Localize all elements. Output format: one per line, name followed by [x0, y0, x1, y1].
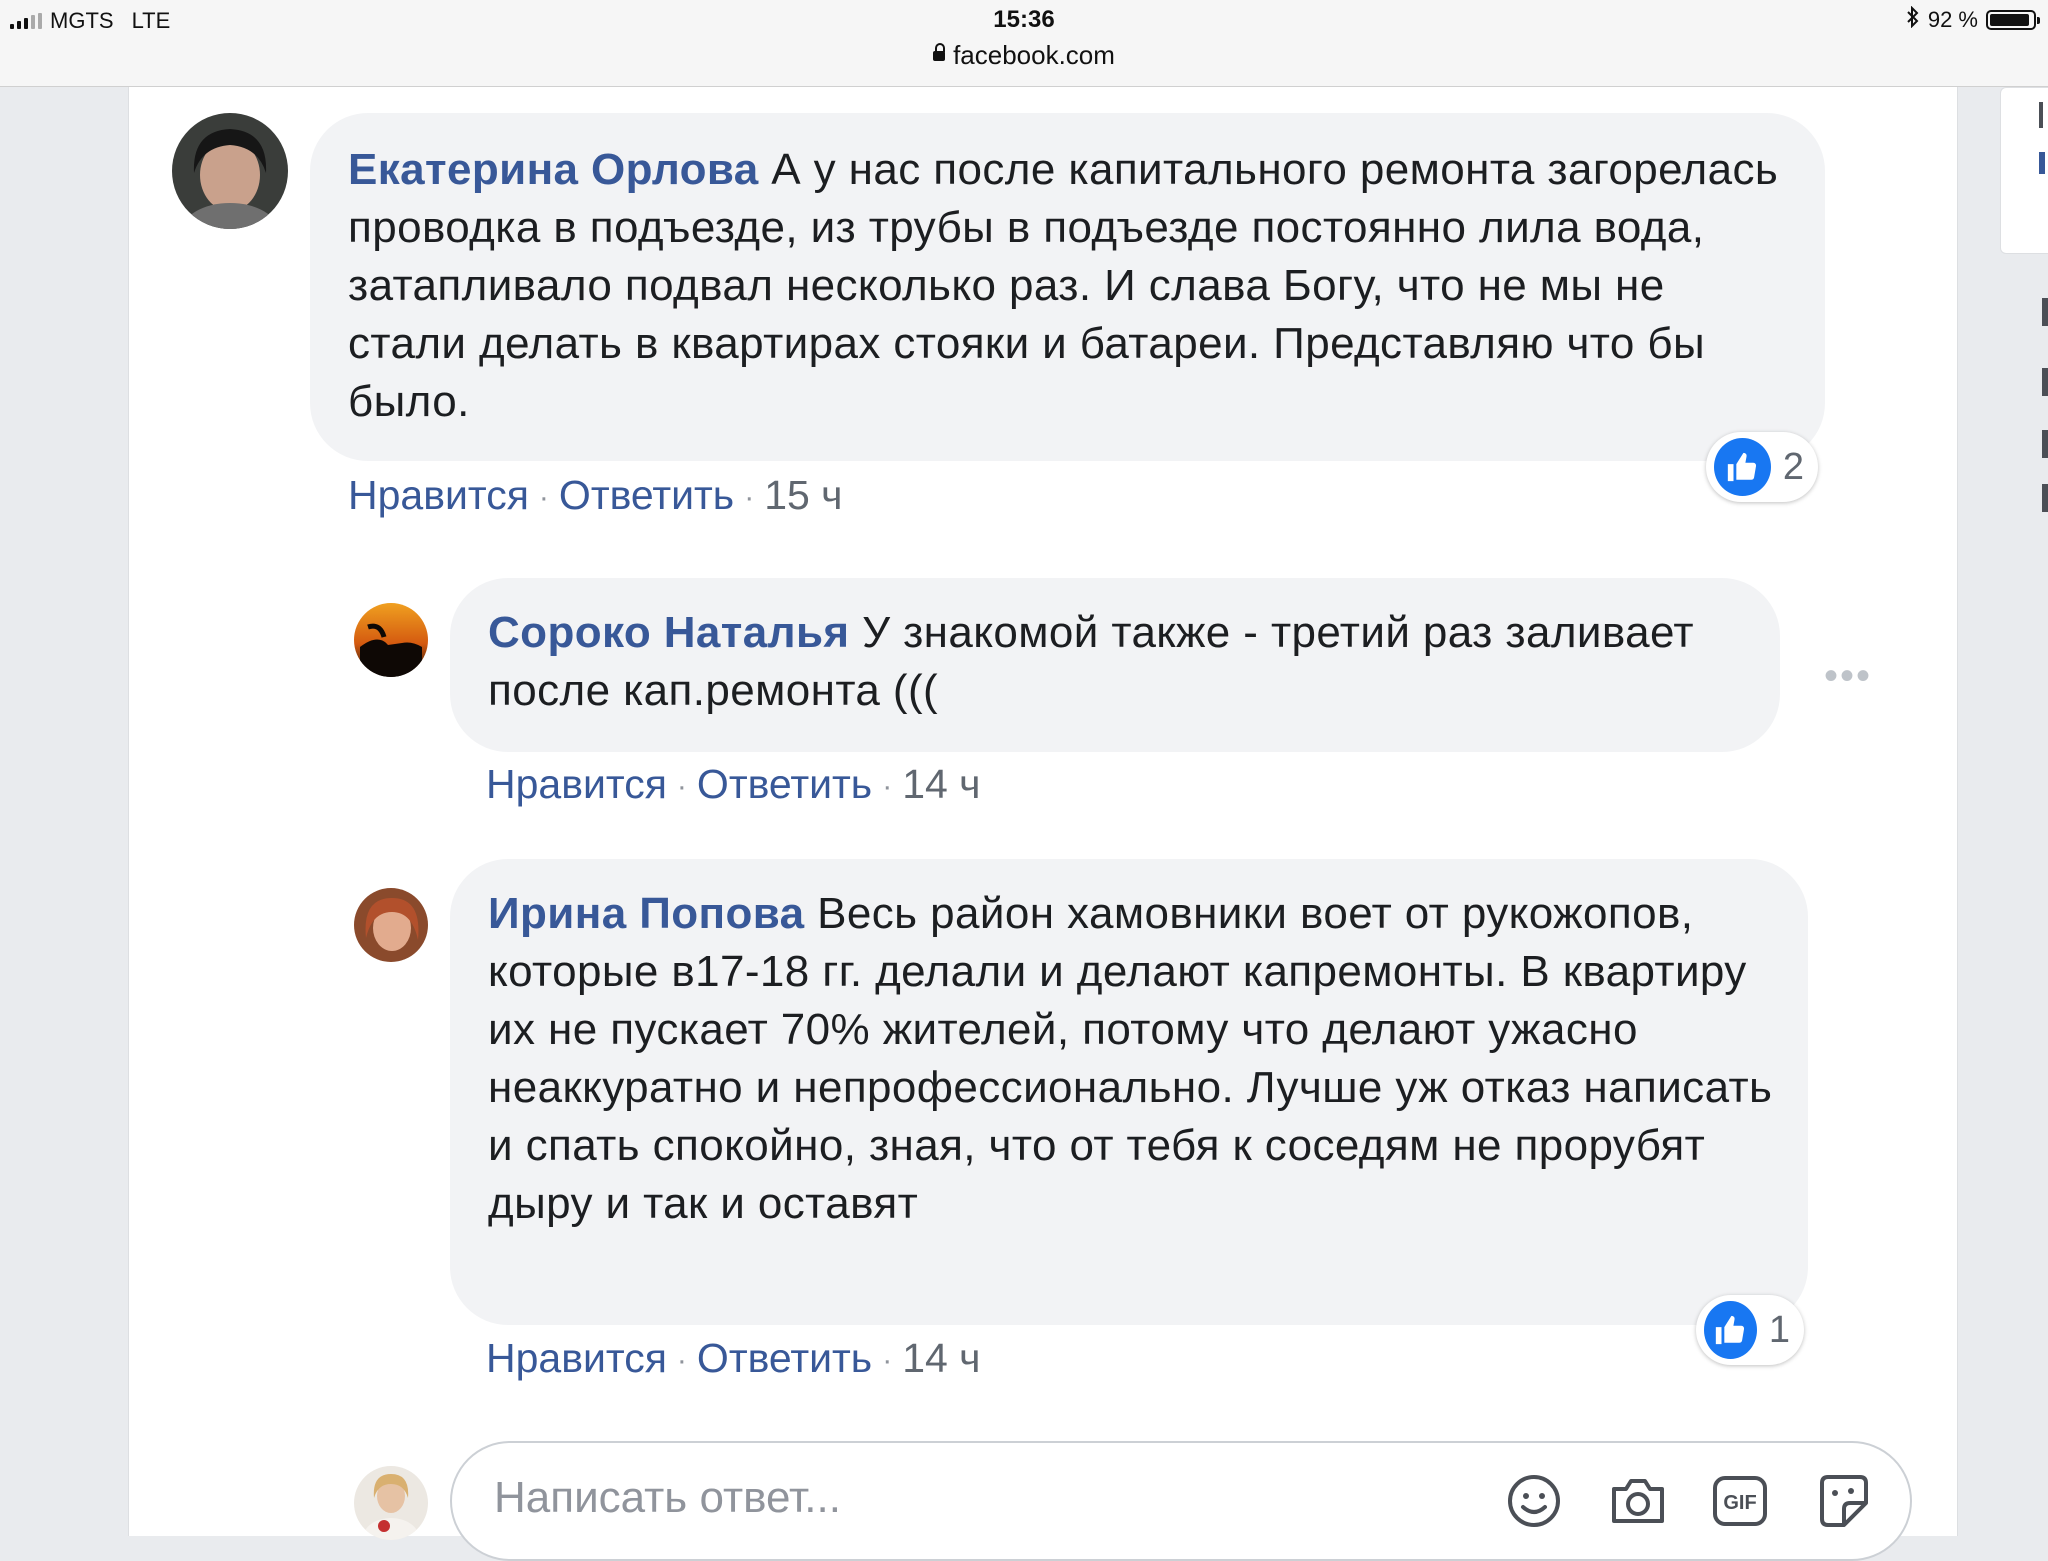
comment-author[interactable]: Екатерина Орлова	[348, 145, 759, 194]
comment-actions: Нравится · Ответить · 14 ч	[486, 761, 981, 807]
sticker-icon[interactable]	[1812, 1471, 1872, 1531]
current-user-avatar[interactable]	[354, 1466, 428, 1540]
reply-placeholder: Написать ответ...	[494, 1473, 841, 1522]
comment-author[interactable]: Ирина Попова	[488, 889, 805, 938]
bluetooth-icon	[1906, 5, 1920, 34]
comment-time[interactable]: 14 ч	[902, 761, 980, 807]
gif-icon[interactable]: GIF	[1710, 1471, 1770, 1531]
comment-bubble: Екатерина Орлова А у нас после капитальн…	[310, 113, 1825, 461]
address-bar[interactable]: facebook.com	[0, 40, 2048, 71]
clock: 15:36	[993, 6, 1055, 33]
reply-button[interactable]: Ответить	[697, 1335, 872, 1381]
battery-icon	[1986, 10, 2040, 30]
lock-icon	[933, 43, 946, 62]
more-options-icon[interactable]: •••	[1824, 654, 1872, 699]
comment-actions: Нравится · Ответить · 15 ч	[348, 472, 843, 518]
avatar[interactable]	[172, 113, 288, 229]
emoji-icon[interactable]	[1504, 1471, 1564, 1531]
camera-icon[interactable]	[1608, 1471, 1668, 1531]
reaction-number: 2	[1782, 445, 1804, 488]
side-card	[2000, 87, 2048, 254]
like-button[interactable]: Нравится	[348, 472, 529, 518]
reaction-number: 1	[1768, 1308, 1790, 1351]
reply-button[interactable]: Ответить	[559, 472, 734, 518]
comment-time[interactable]: 15 ч	[764, 472, 842, 518]
like-icon	[1714, 438, 1771, 496]
reaction-count[interactable]: 2	[1706, 432, 1818, 502]
status-bar: MGTS LTE 15:36 facebook.com 92 %	[0, 0, 2048, 87]
comment-text: Весь район хамовники воет от рукожопов, …	[488, 889, 1773, 1228]
url-text: facebook.com	[953, 40, 1115, 70]
reply-input[interactable]: Написать ответ... GIF	[450, 1441, 1912, 1561]
avatar[interactable]	[354, 888, 428, 962]
like-button[interactable]: Нравится	[486, 761, 667, 807]
comment-time[interactable]: 14 ч	[902, 1335, 980, 1381]
svg-text:GIF: GIF	[1723, 1492, 1756, 1514]
reaction-count[interactable]: 1	[1696, 1295, 1804, 1365]
comment-actions: Нравится · Ответить · 14 ч	[486, 1335, 981, 1381]
comment-author[interactable]: Сороко Наталья	[488, 608, 850, 657]
like-icon	[1704, 1301, 1757, 1359]
comment-bubble: Ирина Попова Весь район хамовники воет о…	[450, 859, 1808, 1325]
avatar[interactable]	[354, 603, 428, 677]
battery-percent: 92 %	[1927, 7, 1978, 32]
like-button[interactable]: Нравится	[486, 1335, 667, 1381]
reply-button[interactable]: Ответить	[697, 761, 872, 807]
comment-bubble: Сороко Наталья У знакомой также - третий…	[450, 578, 1780, 752]
device-status: 92 %	[1906, 5, 2040, 34]
